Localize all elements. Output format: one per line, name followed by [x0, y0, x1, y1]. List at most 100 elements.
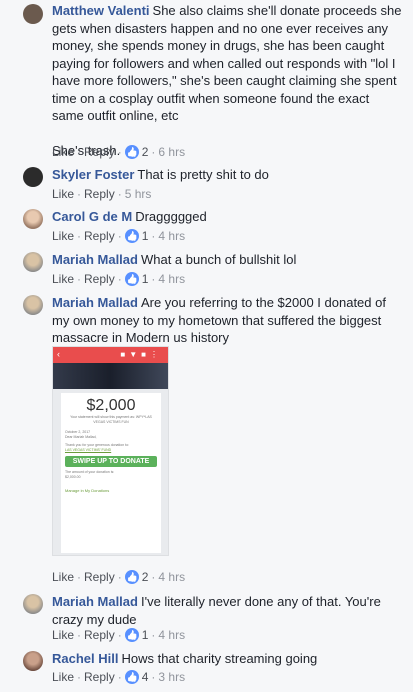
like-button[interactable]: Like	[52, 570, 74, 584]
comment-actions: Like·Reply·1·4 hrs	[52, 271, 185, 287]
reply-button[interactable]: Reply	[84, 229, 115, 243]
comment-thread: Matthew Valenti She also claims she'll do…	[0, 0, 413, 692]
separator: ·	[117, 229, 122, 243]
separator: ·	[117, 670, 122, 684]
like-icon[interactable]	[124, 229, 139, 243]
like-count[interactable]: 1	[142, 628, 149, 642]
separator: ·	[117, 187, 122, 201]
like-button[interactable]: Like	[52, 670, 74, 684]
fund-name: LAS VEGAS VICTIMS' FUND	[65, 448, 112, 452]
comment-text: She also claims she'll donate proceeds s…	[52, 3, 402, 158]
separator: ·	[117, 628, 122, 642]
like-button[interactable]: Like	[52, 187, 74, 201]
statement-note: Your statement will show this payment as…	[70, 415, 152, 424]
comment-text: What a bunch of bullshit lol	[140, 252, 297, 267]
like-button[interactable]: Like	[52, 272, 74, 286]
comment-actions: Like·Reply·4·3 hrs	[52, 669, 185, 685]
phone-status-bar: ‹ ■▼■⋮	[53, 347, 168, 363]
separator: ·	[151, 570, 156, 584]
like-count[interactable]: 2	[142, 570, 149, 584]
author-name[interactable]: Mariah Mallad	[52, 252, 138, 267]
swipe-donate-button: SWIPE UP TO DONATE	[65, 456, 157, 467]
like-button[interactable]: Like	[52, 145, 74, 159]
donation-screenshot[interactable]: ‹ ■▼■⋮ $2,000 Your statement will show t…	[52, 346, 169, 556]
avatar[interactable]	[23, 295, 43, 315]
author-name[interactable]: Mariah Mallad	[52, 295, 138, 310]
reply-button[interactable]: Reply	[84, 570, 115, 584]
like-icon[interactable]	[124, 628, 139, 642]
separator: ·	[77, 145, 82, 159]
separator: ·	[151, 229, 156, 243]
like-count[interactable]: 4	[142, 670, 149, 684]
comment-actions: Like · Reply · 5 hrs	[52, 186, 151, 202]
avatar[interactable]	[23, 651, 43, 671]
reply-button[interactable]: Reply	[84, 670, 115, 684]
comment-text: Draggggged	[135, 209, 207, 224]
comment-body: Carol G de M Draggggged	[52, 208, 404, 226]
separator: ·	[117, 272, 122, 286]
reply-button[interactable]: Reply	[84, 272, 115, 286]
like-icon[interactable]	[124, 272, 139, 286]
hero-image	[53, 363, 168, 389]
comment-body: Skyler Foster That is pretty shit to do	[52, 166, 404, 184]
comment-body: Rachel Hill Hows that charity streaming g…	[52, 650, 404, 668]
comment-text: Hows that charity streaming going	[121, 651, 318, 666]
comment-actions: Like·Reply·1·4 hrs	[52, 627, 185, 643]
donation-receipt: $2,000 Your statement will show this pay…	[61, 393, 161, 553]
phone-toolbar-icons: ■▼■⋮	[120, 350, 162, 359]
author-name[interactable]: Mariah Mallad	[52, 594, 138, 609]
timestamp[interactable]: 5 hrs	[125, 187, 152, 201]
separator: ·	[77, 272, 82, 286]
like-button[interactable]: Like	[52, 628, 74, 642]
timestamp[interactable]: 4 hrs	[158, 628, 185, 642]
comment-body: Matthew Valenti She also claims she'll do…	[52, 2, 404, 160]
avatar[interactable]	[23, 209, 43, 229]
amount-value: $2,000.00	[65, 475, 81, 479]
timestamp[interactable]: 4 hrs	[158, 272, 185, 286]
separator: ·	[151, 628, 156, 642]
manage-donations-link: Manage in My Donations	[65, 488, 110, 493]
separator: ·	[77, 187, 82, 201]
back-arrow-icon: ‹	[57, 349, 60, 359]
separator: ·	[77, 570, 82, 584]
timestamp[interactable]: 3 hrs	[158, 670, 185, 684]
separator: ·	[151, 145, 156, 159]
timestamp[interactable]: 6 hrs	[158, 145, 185, 159]
separator: ·	[151, 670, 156, 684]
avatar[interactable]	[23, 4, 43, 24]
comment-body: Mariah Mallad Are you referring to the $2…	[52, 294, 404, 347]
like-count[interactable]: 1	[142, 272, 149, 286]
like-icon[interactable]	[124, 145, 139, 159]
author-name[interactable]: Skyler Foster	[52, 167, 134, 182]
separator: ·	[117, 570, 122, 584]
avatar[interactable]	[23, 594, 43, 614]
receipt-greeting: Dear Mariah Mallad,	[65, 435, 97, 439]
reply-button[interactable]: Reply	[84, 187, 115, 201]
like-button[interactable]: Like	[52, 229, 74, 243]
like-count[interactable]: 1	[142, 229, 149, 243]
like-count[interactable]: 2	[142, 145, 149, 159]
author-name[interactable]: Rachel Hill	[52, 651, 118, 666]
separator: ·	[117, 145, 122, 159]
reply-button[interactable]: Reply	[84, 628, 115, 642]
like-icon[interactable]	[124, 570, 139, 584]
timestamp[interactable]: 4 hrs	[158, 570, 185, 584]
reply-button[interactable]: Reply	[84, 145, 115, 159]
comment-text: That is pretty shit to do	[137, 167, 269, 182]
comment-body: Mariah Mallad What a bunch of bullshit lo…	[52, 251, 404, 269]
comment-actions: Like·Reply·2·4 hrs	[52, 569, 185, 585]
comment-actions: Like·Reply·2·6 hrs	[52, 144, 185, 160]
author-name[interactable]: Carol G de M	[52, 209, 132, 224]
separator: ·	[77, 670, 82, 684]
comment-body: Mariah Mallad I've literally never done a…	[52, 593, 404, 628]
donation-amount: $2,000	[86, 397, 136, 414]
separator: ·	[77, 628, 82, 642]
separator: ·	[151, 272, 156, 286]
avatar[interactable]	[23, 167, 43, 187]
like-icon[interactable]	[124, 670, 139, 684]
avatar[interactable]	[23, 252, 43, 272]
author-name[interactable]: Matthew Valenti	[52, 3, 150, 18]
comment-actions: Like·Reply·1·4 hrs	[52, 228, 185, 244]
timestamp[interactable]: 4 hrs	[158, 229, 185, 243]
separator: ·	[77, 229, 82, 243]
